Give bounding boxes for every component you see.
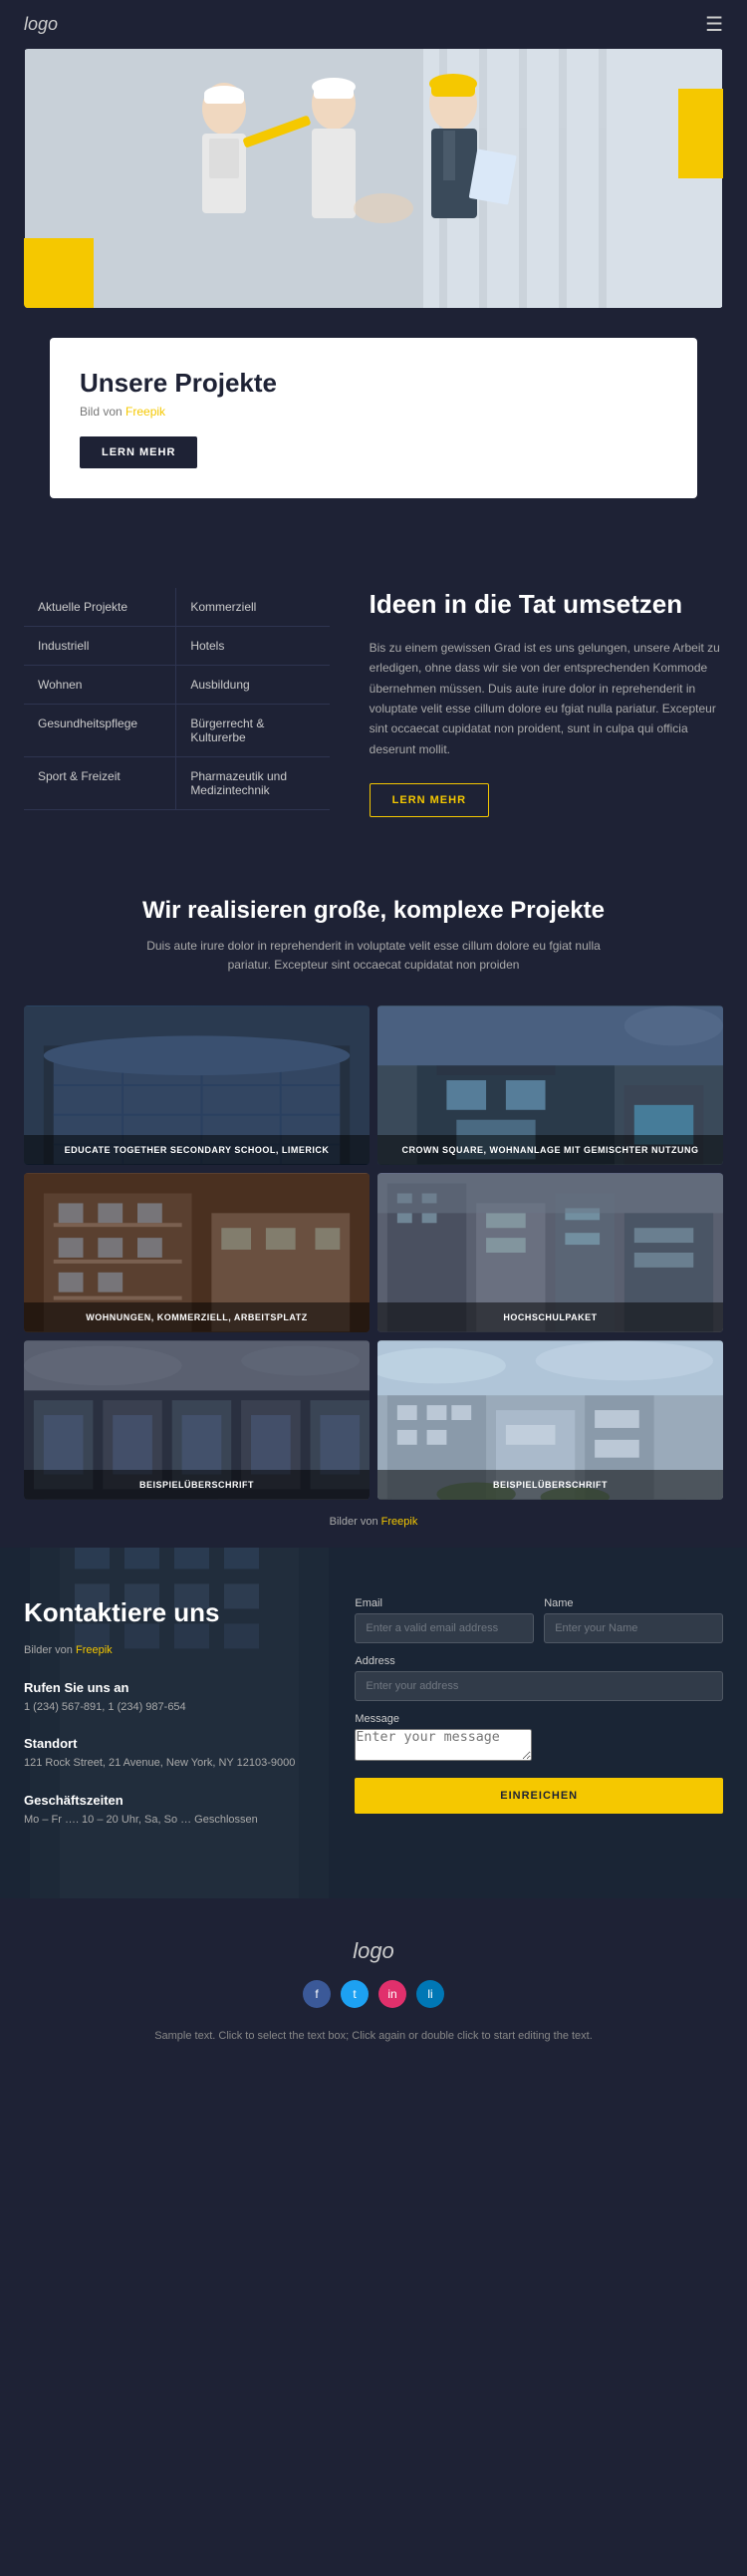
contact-freepik: Bilder von Freepik [24,1644,325,1656]
services-title: Ideen in die Tat umsetzen [370,588,723,622]
form-group-address: Address [355,1655,723,1701]
address-label: Address [355,1655,723,1667]
instagram-icon[interactable]: in [378,1980,406,2008]
project-card-6[interactable]: BEISPIELÜBERSCHRIFT [377,1340,723,1500]
service-item-kommerziell[interactable]: Kommerziell [176,588,329,627]
hero-card-title: Unsere Projekte [80,368,667,399]
twitter-icon[interactable]: t [341,1980,369,2008]
header-logo: logo [24,14,58,35]
footer: logo f t in li Sample text. Click to sel… [0,1898,747,2066]
form-group-name: Name [544,1597,723,1643]
contact-phone-value: 1 (234) 567-891, 1 (234) 987-654 [24,1699,325,1717]
project-card-6-label: BEISPIELÜBERSCHRIFT [377,1470,723,1500]
form-row-email-name: Email Name [355,1597,723,1643]
service-item-aktuelle[interactable]: Aktuelle Projekte [24,588,176,627]
message-label: Message [355,1713,723,1725]
email-label: Email [355,1597,534,1609]
project-card-4[interactable]: HOCHSCHULPAKET [377,1173,723,1332]
contact-info: Kontaktiere uns Bilder von Freepik Rufen… [24,1597,325,1850]
hero-yellow-accent-right [678,89,723,178]
footer-logo: logo [24,1938,723,1964]
projects-freepik-link[interactable]: Freepik [381,1516,418,1528]
contact-phone-block: Rufen Sie uns an 1 (234) 567-891, 1 (234… [24,1680,325,1717]
service-item-sport[interactable]: Sport & Freizeit [24,757,176,810]
footer-social: f t in li [24,1980,723,2008]
project-card-5[interactable]: BEISPIELÜBERSCHRIFT [24,1340,370,1500]
name-input[interactable] [544,1613,723,1643]
message-textarea[interactable] [355,1729,532,1761]
service-item-industriell[interactable]: Industriell [24,627,176,666]
projects-subtitle: Duis aute irure dolor in reprehenderit i… [124,937,622,975]
freepik-link[interactable]: Freepik [125,405,165,419]
project-card-5-label: BEISPIELÜBERSCHRIFT [24,1470,370,1500]
name-label: Name [544,1597,723,1609]
linkedin-icon[interactable]: li [416,1980,444,2008]
service-item-hotels[interactable]: Hotels [176,627,329,666]
email-input[interactable] [355,1613,534,1643]
form-group-message: Message [355,1713,723,1766]
project-card-1-label: EDUCATE TOGETHER SECONDARY SCHOOL, LIMER… [24,1135,370,1165]
address-input[interactable] [355,1671,723,1701]
contact-address-label: Standort [24,1736,325,1751]
service-item-pharma[interactable]: Pharmazeutik und Medizintechnik [176,757,329,810]
submit-button[interactable]: EINREICHEN [355,1778,723,1814]
projects-title: Wir realisieren große, komplexe Projekte [24,897,723,925]
footer-text: Sample text. Click to select the text bo… [24,2028,723,2046]
contact-form: Email Name Address Message EINREICHEN [355,1597,723,1850]
services-learn-more-button[interactable]: LERN MEHR [370,783,489,817]
service-item-ausbildung[interactable]: Ausbildung [176,666,329,705]
projects-freepik: Bilder von Freepik [24,1516,723,1528]
contact-hours-block: Geschäftszeiten Mo – Fr …. 10 – 20 Uhr, … [24,1793,325,1830]
contact-phone-label: Rufen Sie uns an [24,1680,325,1695]
project-card-4-label: HOCHSCHULPAKET [377,1302,723,1332]
services-section: Aktuelle Projekte Kommerziell Industriel… [0,548,747,857]
project-card-3-label: WOHNUNGEN, KOMMERZIELL, ARBEITSPLATZ [24,1302,370,1332]
service-item-buerger[interactable]: Bürgerrecht & Kulturerbe [176,705,329,757]
contact-inner: Kontaktiere uns Bilder von Freepik Rufen… [24,1597,723,1850]
hero-card: Unsere Projekte Bild von Freepik LERN ME… [50,338,697,498]
contact-hours-value: Mo – Fr …. 10 – 20 Uhr, Sa, So … Geschlo… [24,1812,325,1830]
header: logo ☰ [0,0,747,49]
form-group-email: Email [355,1597,534,1643]
service-item-gesundheit[interactable]: Gesundheitspflege [24,705,176,757]
services-grid: Aktuelle Projekte Kommerziell Industriel… [24,588,330,810]
facebook-icon[interactable]: f [303,1980,331,2008]
project-card-1[interactable]: EDUCATE TOGETHER SECONDARY SCHOOL, LIMER… [24,1005,370,1165]
project-card-2[interactable]: CROWN SQUARE, WOHNANLAGE MIT GEMISCHTER … [377,1005,723,1165]
service-item-wohnen[interactable]: Wohnen [24,666,176,705]
services-text: Bis zu einem gewissen Grad ist es uns ge… [370,638,723,759]
menu-icon[interactable]: ☰ [705,12,723,37]
services-content: Ideen in die Tat umsetzen Bis zu einem g… [350,588,723,817]
projects-grid: EDUCATE TOGETHER SECONDARY SCHOOL, LIMER… [24,1005,723,1500]
contact-address-block: Standort 121 Rock Street, 21 Avenue, New… [24,1736,325,1773]
hero-image [24,49,723,308]
project-card-3[interactable]: WOHNUNGEN, KOMMERZIELL, ARBEITSPLATZ [24,1173,370,1332]
project-card-2-label: CROWN SQUARE, WOHNANLAGE MIT GEMISCHTER … [377,1135,723,1165]
hero-yellow-accent-left [24,238,94,308]
services-grid-container: Aktuelle Projekte Kommerziell Industriel… [24,588,330,817]
projects-section: Wir realisieren große, komplexe Projekte… [0,857,747,1547]
contact-section: Kontaktiere uns Bilder von Freepik Rufen… [0,1548,747,1899]
hero-card-subtitle: Bild von Freepik [80,405,667,419]
hero-learn-more-button[interactable]: LERN MEHR [80,436,197,468]
contact-address-value: 121 Rock Street, 21 Avenue, New York, NY… [24,1755,325,1773]
hero-section: Unsere Projekte Bild von Freepik LERN ME… [0,49,747,548]
contact-freepik-link[interactable]: Freepik [76,1644,113,1656]
contact-title: Kontaktiere uns [24,1597,325,1628]
contact-hours-label: Geschäftszeiten [24,1793,325,1808]
